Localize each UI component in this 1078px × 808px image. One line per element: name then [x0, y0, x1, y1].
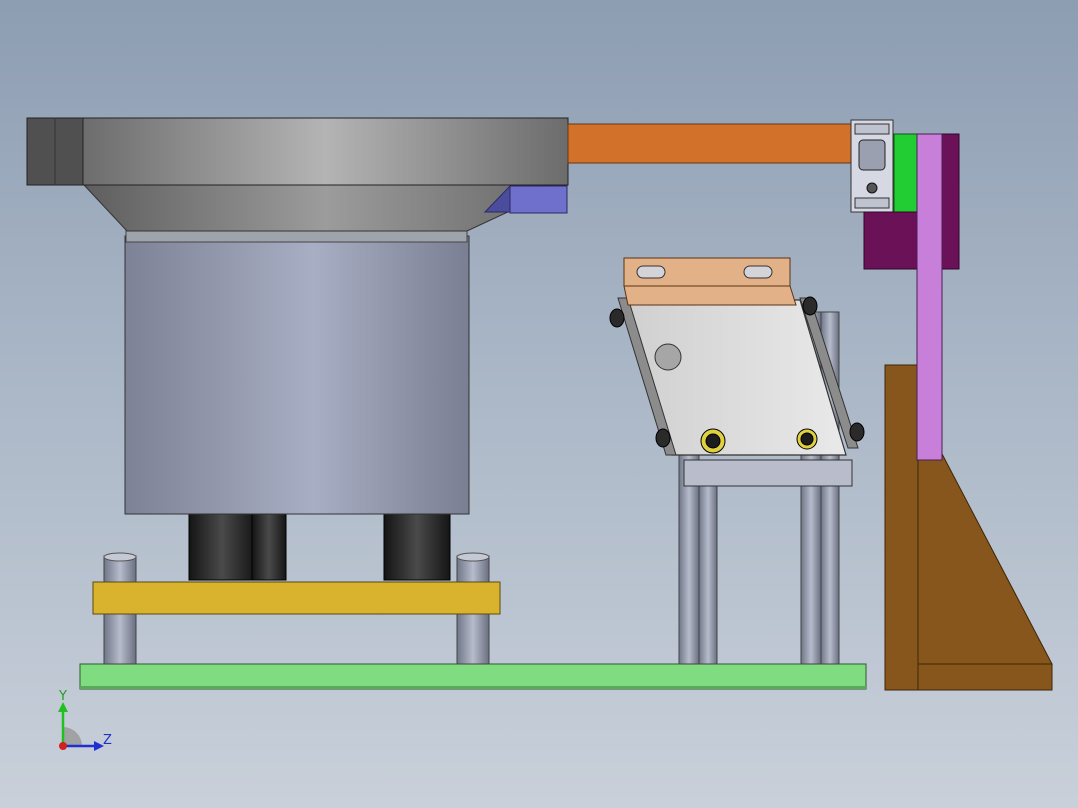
base-plate: [79, 663, 867, 690]
rubber-foot-3: [383, 511, 451, 581]
post-cap-right: [456, 552, 490, 562]
green-block: [893, 133, 919, 215]
rubber-foot-1: [188, 511, 256, 581]
purple-block: [863, 211, 919, 270]
rubber-foot-2: [251, 511, 287, 581]
bowl-drive-body: [124, 235, 470, 515]
bowl-collar: [125, 229, 468, 243]
stand-post-2: [698, 479, 718, 665]
support-bracket: [884, 364, 1053, 691]
cad-viewport[interactable]: Y Z: [0, 0, 1078, 808]
vibratory-bowl-feeder-assembly: Y Z: [26, 117, 1053, 751]
z-axis-label: Z: [103, 733, 112, 748]
bowl-rim: [26, 117, 569, 186]
stand-crossbar: [683, 459, 853, 487]
linear-track: [567, 123, 854, 164]
track-mount-block: [509, 185, 568, 214]
track-clamp: [850, 119, 894, 213]
post-cap-left: [103, 552, 137, 562]
copper-top-plate: [623, 257, 797, 306]
vertical-arm: [916, 133, 943, 461]
y-axis-label: Y: [58, 689, 67, 704]
coordinate-triad: [58, 702, 104, 751]
purple-block-back: [940, 133, 960, 270]
mounting-plate: [92, 581, 501, 615]
base-plate-edge: [80, 686, 866, 689]
